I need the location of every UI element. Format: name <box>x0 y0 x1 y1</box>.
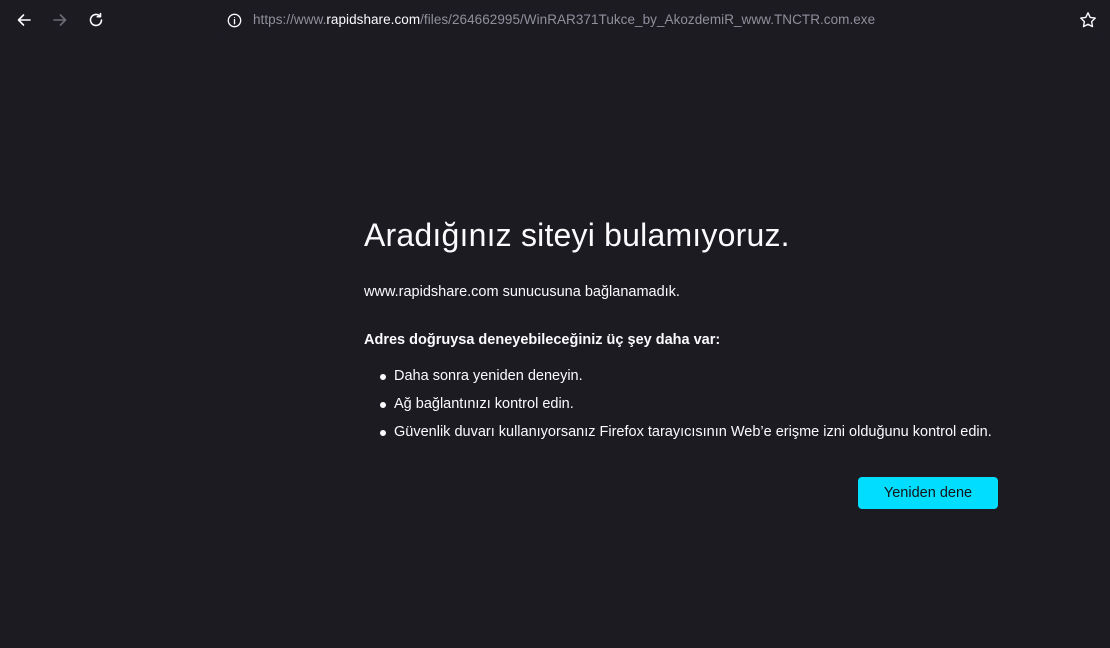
suggestions-list: Daha sonra yeniden deneyin. Ağ bağlantın… <box>364 366 1024 442</box>
error-title: Aradığınız siteyi bulamıyoruz. <box>364 217 790 253</box>
list-item: Güvenlik duvarı kullanıyorsanız Firefox … <box>364 422 1024 442</box>
error-description: www.rapidshare.com sunucusuna bağlanamad… <box>364 284 680 300</box>
forward-button[interactable] <box>46 6 74 34</box>
url-path: /files/264662995/WinRAR371Tukce_by_Akozd… <box>420 12 876 27</box>
arrow-left-icon <box>17 14 31 26</box>
error-page-content: Aradığınız siteyi bulamıyoruz. www.rapid… <box>364 214 1024 450</box>
url-prefix: https://www. <box>253 12 327 27</box>
bullet-icon <box>380 374 386 380</box>
suggestion-text: Ağ bağlantınızı kontrol edin. <box>394 396 574 412</box>
back-button[interactable] <box>10 6 38 34</box>
reload-button[interactable] <box>82 6 110 34</box>
url-text[interactable]: https://www.rapidshare.com/files/2646629… <box>253 12 875 27</box>
list-item: Daha sonra yeniden deneyin. <box>364 366 1024 386</box>
bullet-icon <box>380 430 386 436</box>
suggestion-text: Daha sonra yeniden deneyin. <box>394 368 583 384</box>
bullet-icon <box>380 402 386 408</box>
arrow-right-icon <box>53 14 67 26</box>
star-icon[interactable] <box>1079 11 1097 29</box>
address-bar[interactable]: https://www.rapidshare.com/files/2646629… <box>219 4 1103 36</box>
reload-icon <box>89 12 103 27</box>
suggestion-text: Güvenlik duvarı kullanıyorsanız Firefox … <box>394 424 992 440</box>
info-icon[interactable] <box>227 13 242 28</box>
suggestions-heading: Adres doğruysa deneyebileceğiniz üç şey … <box>364 332 721 348</box>
url-domain: rapidshare.com <box>326 12 421 27</box>
retry-button[interactable]: Yeniden dene <box>858 477 998 509</box>
list-item: Ağ bağlantınızı kontrol edin. <box>364 394 1024 414</box>
browser-toolbar: https://www.rapidshare.com/files/2646629… <box>0 0 1110 40</box>
